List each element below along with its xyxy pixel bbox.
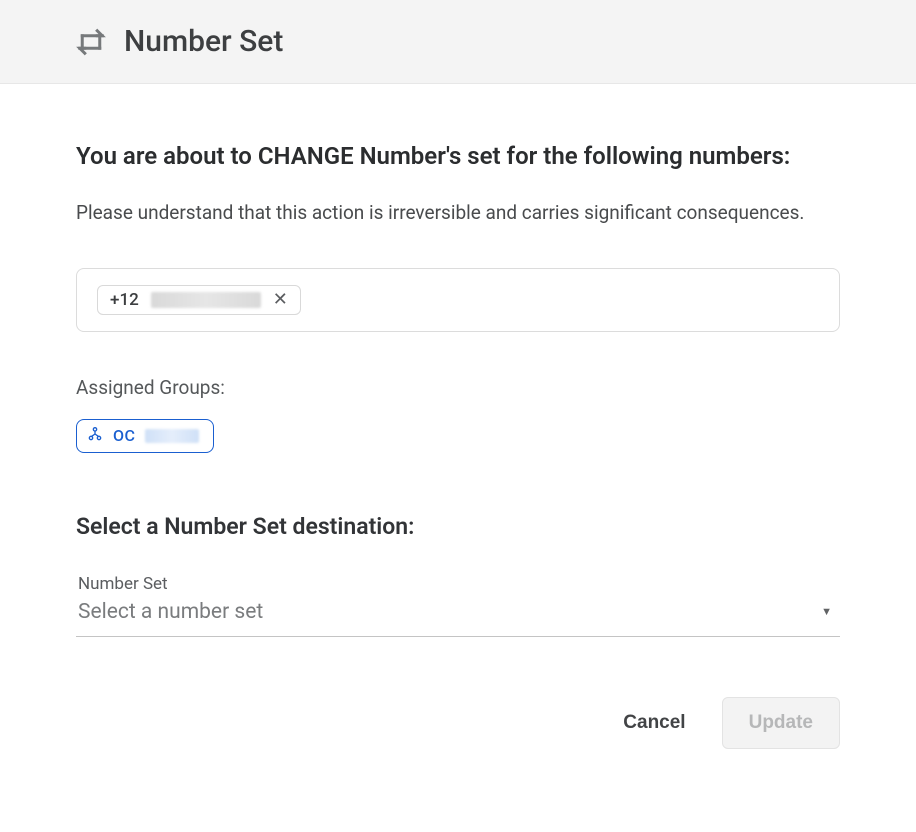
numbers-container: +12 ✕ xyxy=(76,268,840,332)
remove-number-icon[interactable]: ✕ xyxy=(271,291,290,309)
destination-title: Select a Number Set destination: xyxy=(76,513,840,540)
group-chip[interactable]: OC xyxy=(76,419,214,453)
number-chip: +12 ✕ xyxy=(97,285,301,315)
select-label: Number Set xyxy=(78,574,838,594)
number-redacted xyxy=(151,292,261,308)
swap-icon xyxy=(76,27,106,57)
group-prefix: OC xyxy=(113,426,135,445)
chevron-down-icon: ▼ xyxy=(821,605,832,618)
action-bar: Cancel Update xyxy=(76,697,840,749)
group-redacted xyxy=(145,429,199,443)
assigned-groups-label: Assigned Groups: xyxy=(76,376,840,399)
warning-heading: You are about to CHANGE Number's set for… xyxy=(76,140,840,172)
number-prefix: +12 xyxy=(110,290,139,310)
warning-subtext: Please understand that this action is ir… xyxy=(76,198,840,227)
cancel-button[interactable]: Cancel xyxy=(615,698,693,748)
page-title: Number Set xyxy=(124,24,283,59)
number-set-select[interactable]: Number Set Select a number set ▼ xyxy=(76,574,840,637)
content-area: You are about to CHANGE Number's set for… xyxy=(0,84,916,779)
update-button[interactable]: Update xyxy=(722,697,840,749)
group-tree-icon xyxy=(87,426,103,446)
assigned-groups-section: Assigned Groups: OC xyxy=(76,376,840,453)
select-placeholder: Select a number set xyxy=(78,600,838,624)
page-header: Number Set xyxy=(0,0,916,84)
